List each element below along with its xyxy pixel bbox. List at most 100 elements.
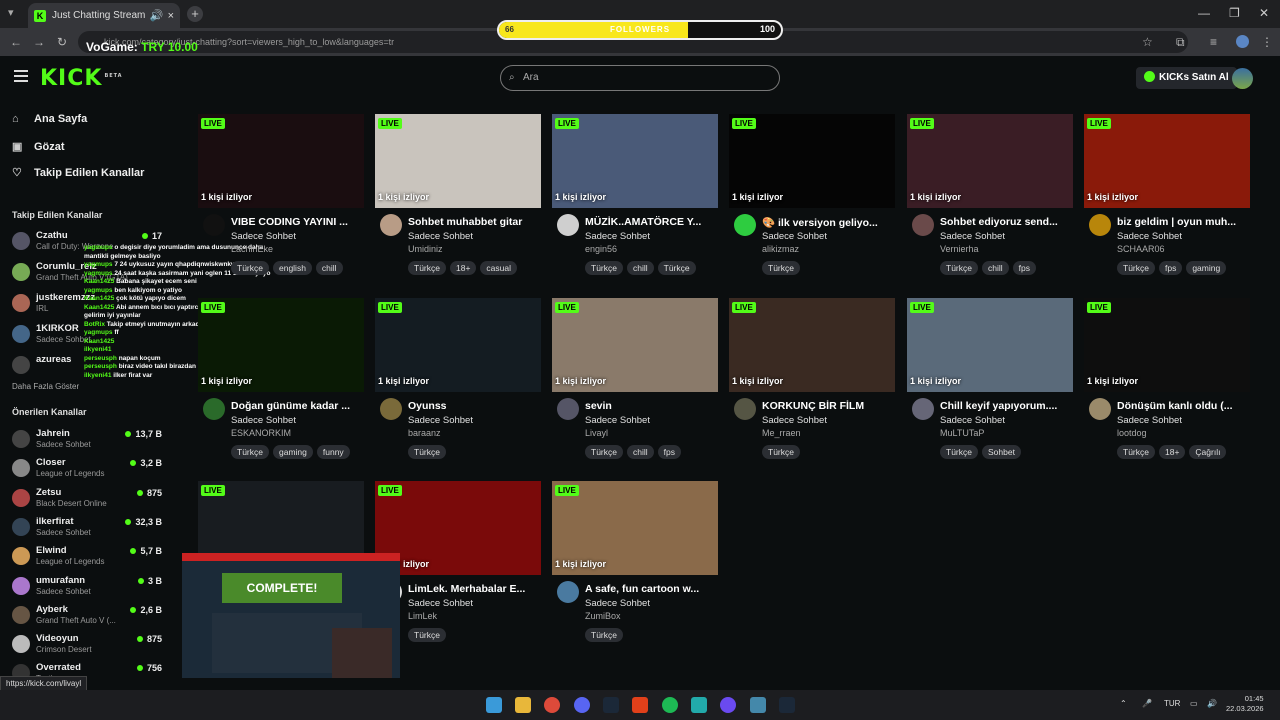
picture-in-picture-window[interactable]: COMPLETE! bbox=[182, 553, 400, 678]
stream-category[interactable]: Sadece Sohbet bbox=[940, 231, 1005, 242]
stream-title[interactable]: sevin bbox=[585, 400, 717, 412]
channel-name[interactable]: ZumiBox bbox=[585, 611, 621, 621]
reload-icon[interactable]: ↻ bbox=[57, 35, 67, 49]
stream-category[interactable]: Sadece Sohbet bbox=[940, 415, 1005, 426]
stream-category[interactable]: Sadece Sohbet bbox=[1117, 415, 1182, 426]
stream-thumbnail[interactable]: LIVE 1 kişi izliyor bbox=[198, 298, 364, 392]
tray-chevron-icon[interactable]: ⌃ bbox=[1120, 699, 1127, 708]
channel-avatar[interactable] bbox=[912, 398, 934, 420]
stream-category[interactable]: Sadece Sohbet bbox=[231, 231, 296, 242]
spotify-icon[interactable] bbox=[662, 697, 678, 713]
stream-category[interactable]: Sadece Sohbet bbox=[585, 415, 650, 426]
nav-following[interactable]: ♡ Takip Edilen Kanallar bbox=[12, 166, 144, 179]
stream-card[interactable]: LIVE 1 kişi izliyor sevin Sadece Sohbet Liva… bbox=[552, 298, 718, 478]
tag[interactable]: Türkçe bbox=[940, 261, 978, 275]
stream-category[interactable]: Sadece Sohbet bbox=[231, 415, 296, 426]
stream-title[interactable]: Oyunss bbox=[408, 400, 540, 412]
tag[interactable]: Türkçe bbox=[585, 261, 623, 275]
stream-category[interactable]: Sadece Sohbet bbox=[762, 415, 827, 426]
channel-avatar[interactable] bbox=[1089, 398, 1111, 420]
app3-icon[interactable] bbox=[720, 697, 736, 713]
stream-card[interactable]: LIVE 1 kişi izliyor 🎨 ilk versiyon geliyo.… bbox=[729, 114, 895, 294]
tab-audio-icon[interactable]: 🔊 bbox=[150, 9, 164, 22]
stream-thumbnail[interactable]: LIVE 1 kişi izliyor bbox=[552, 481, 718, 575]
stream-category[interactable]: Sadece Sohbet bbox=[1117, 231, 1182, 242]
app-icon[interactable] bbox=[632, 697, 648, 713]
tag[interactable]: Türkçe bbox=[231, 445, 269, 459]
tag[interactable]: Çağrılı bbox=[1189, 445, 1227, 459]
chrome-icon[interactable] bbox=[544, 697, 560, 713]
app2-icon[interactable] bbox=[691, 697, 707, 713]
stream-title[interactable]: Doğan günüme kadar ... bbox=[231, 400, 363, 412]
tag[interactable]: Türkçe bbox=[1117, 261, 1155, 275]
tag[interactable]: 18+ bbox=[449, 261, 477, 275]
stream-category[interactable]: Sadece Sohbet bbox=[408, 598, 473, 609]
channel-avatar[interactable] bbox=[203, 214, 225, 236]
stream-thumbnail[interactable]: LIVE 1 kişi izliyor bbox=[907, 298, 1073, 392]
kick-logo[interactable]: KICK BETA bbox=[40, 66, 123, 91]
recommended-channel[interactable]: Zetsu Black Desert Online 875 bbox=[12, 485, 162, 513]
window-close-icon[interactable]: ✕ bbox=[1259, 6, 1269, 20]
stream-card[interactable]: LIVE 1 kişi izliyor Dönüşüm kanlı oldu (..… bbox=[1084, 298, 1250, 478]
tag[interactable]: Türkçe bbox=[408, 628, 446, 642]
recommended-channel[interactable]: Closer League of Legends 3,2 B bbox=[12, 455, 162, 483]
stream-card[interactable]: LIVE 1 kişi izliyor KORKUNÇ BİR FİLM Sadece… bbox=[729, 298, 895, 478]
channel-name[interactable]: Vernierha bbox=[940, 244, 979, 254]
stream-title[interactable]: KORKUNÇ BİR FİLM bbox=[762, 400, 894, 412]
tag[interactable]: funny bbox=[316, 445, 350, 459]
search-input[interactable]: ⌕ Ara bbox=[500, 65, 780, 91]
stream-card[interactable]: LIVE 1 kişi izliyor Doğan günüme kadar ...… bbox=[198, 298, 364, 478]
stream-title[interactable]: A safe, fun cartoon w... bbox=[585, 583, 717, 595]
channel-avatar[interactable] bbox=[380, 398, 402, 420]
buy-kicks-button[interactable]: KICKs Satın Al bbox=[1136, 67, 1237, 89]
recommended-channel[interactable]: Jahrein Sadece Sohbet 13,7 B bbox=[12, 426, 162, 454]
channel-name[interactable]: lootdog bbox=[1117, 428, 1147, 438]
channel-avatar[interactable] bbox=[1089, 214, 1111, 236]
nav-home[interactable]: ⌂ Ana Sayfa bbox=[12, 113, 87, 125]
start-icon[interactable] bbox=[486, 697, 502, 713]
maximize-icon[interactable]: ❐ bbox=[1229, 6, 1240, 20]
stream-title[interactable]: MÜZİK..AMATÖRCE Y... bbox=[585, 216, 717, 228]
stream-category[interactable]: Sadece Sohbet bbox=[585, 598, 650, 609]
channel-name[interactable]: baraanz bbox=[408, 428, 441, 438]
hamburger-menu-icon[interactable] bbox=[14, 70, 28, 85]
tab-search-icon[interactable]: ▾ bbox=[8, 6, 14, 19]
recommended-channel[interactable]: Ayberk Grand Theft Auto V (... 2,6 B bbox=[12, 602, 162, 630]
channel-avatar[interactable] bbox=[557, 398, 579, 420]
app4-icon[interactable] bbox=[750, 697, 766, 713]
browser-tab[interactable]: K Just Chatting Streaming - L 🔊 × bbox=[28, 3, 180, 28]
new-tab-button[interactable]: + bbox=[187, 6, 203, 22]
tag[interactable]: chill bbox=[626, 261, 654, 275]
channel-name[interactable]: Umidiniz bbox=[408, 244, 443, 254]
tag[interactable]: Türkçe bbox=[762, 445, 800, 459]
stream-card[interactable]: LIVE 1 kişi izliyor Oyunss Sadece Sohbet bar… bbox=[375, 298, 541, 478]
tag[interactable]: chill bbox=[315, 261, 343, 275]
tag[interactable]: Sohbet bbox=[981, 445, 1021, 459]
stream-card[interactable]: LIVE 1 kişi izliyor Sohbet ediyoruz send..… bbox=[907, 114, 1073, 294]
tag[interactable]: fps bbox=[1158, 261, 1183, 275]
tag[interactable]: gaming bbox=[1186, 261, 1227, 275]
channel-avatar[interactable] bbox=[734, 214, 756, 236]
network-icon[interactable]: ▭ bbox=[1190, 699, 1198, 708]
stream-card[interactable]: LIVE 1 kişi izliyor A safe, fun cartoon w.… bbox=[552, 481, 718, 661]
channel-name[interactable]: alikizmaz bbox=[762, 244, 799, 254]
steam2-icon[interactable] bbox=[779, 697, 795, 713]
tag[interactable]: fps bbox=[657, 445, 681, 459]
tag[interactable]: Türkçe bbox=[657, 261, 696, 275]
stream-category[interactable]: Sadece Sohbet bbox=[408, 415, 473, 426]
nav-browse[interactable]: ▣ Gözat bbox=[12, 140, 65, 153]
tag[interactable]: chill bbox=[626, 445, 654, 459]
stream-category[interactable]: Sadece Sohbet bbox=[408, 231, 473, 242]
stream-thumbnail[interactable]: LIVE 1 kişi izliyor bbox=[1084, 298, 1250, 392]
tag[interactable]: Türkçe bbox=[408, 261, 446, 275]
recommended-channel[interactable]: umurafann Sadece Sohbet 3 B bbox=[12, 573, 162, 601]
extensions-icon[interactable]: ⧉ bbox=[1176, 35, 1185, 50]
channel-name[interactable]: SCHAAR06 bbox=[1117, 244, 1165, 254]
channel-name[interactable]: engin56 bbox=[585, 244, 617, 254]
stream-title[interactable]: 🎨 ilk versiyon geliyo... bbox=[762, 216, 894, 229]
stream-thumbnail[interactable]: LIVE 1 kişi izliyor bbox=[907, 114, 1073, 208]
stream-title[interactable]: Chill keyif yapıyorum.... bbox=[940, 400, 1072, 412]
stream-card[interactable]: LIVE 1 kişi izliyor Sohbet muhabbet gitar S… bbox=[375, 114, 541, 294]
stream-thumbnail[interactable]: LIVE 1 kişi izliyor bbox=[729, 298, 895, 392]
tag[interactable]: Türkçe bbox=[408, 445, 446, 459]
